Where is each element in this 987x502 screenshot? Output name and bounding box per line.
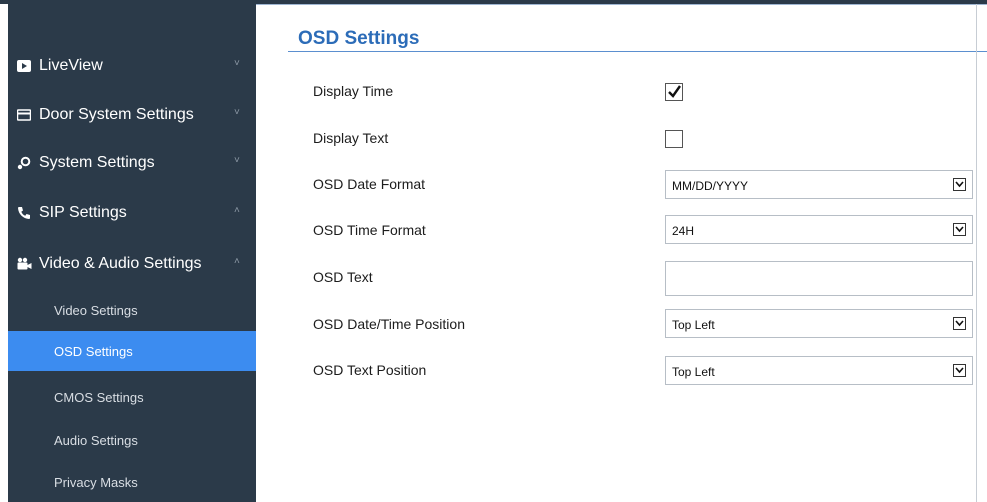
chevron-up-icon: ˄	[234, 205, 240, 216]
sidebar-item-label: System Settings	[39, 154, 155, 171]
sidebar: LiveView ˅ Door System Settings ˅ System…	[8, 4, 256, 502]
osd-datetime-position-select[interactable]: Top Left	[665, 309, 973, 338]
sidebar-subitem-audio-settings[interactable]: Audio Settings	[8, 420, 256, 460]
sidebar-item-sip-settings[interactable]: SIP Settings ˄	[8, 193, 256, 233]
chevron-down-icon: ˅	[234, 155, 240, 166]
sidebar-item-video-audio-settings[interactable]: Video & Audio Settings ˄	[8, 244, 256, 284]
select-value: Top Left	[672, 318, 715, 332]
osd-datetime-position-label: OSD Date/Time Position	[313, 316, 465, 332]
osd-time-format-label: OSD Time Format	[313, 222, 426, 238]
sidebar-subitem-label: Video Settings	[54, 303, 138, 318]
display-text-label: Display Text	[313, 130, 389, 146]
chevron-down-icon: ˅	[234, 58, 240, 69]
osd-date-format-select[interactable]: MM/DD/YYYY	[665, 170, 973, 199]
display-time-checkbox[interactable]	[665, 83, 683, 101]
osd-text-position-label: OSD Text Position	[313, 362, 427, 378]
phone-icon	[17, 206, 33, 222]
sidebar-subitem-privacy-masks[interactable]: Privacy Masks	[8, 462, 256, 502]
osd-time-format-select[interactable]: 24H	[665, 215, 973, 244]
sidebar-item-door-system-settings[interactable]: Door System Settings ˅	[8, 95, 256, 135]
sidebar-subitem-label: OSD Settings	[54, 344, 133, 359]
osd-text-input[interactable]	[665, 261, 973, 296]
sidebar-item-system-settings[interactable]: System Settings ˅	[8, 143, 256, 183]
chevron-down-icon	[953, 223, 966, 236]
card-icon	[16, 108, 33, 124]
select-value: 24H	[672, 224, 695, 238]
select-value: MM/DD/YYYY	[672, 179, 749, 193]
chevron-down-icon: ˅	[234, 107, 240, 118]
sidebar-item-liveview[interactable]: LiveView ˅	[8, 46, 256, 86]
chevron-up-icon: ˄	[234, 256, 240, 267]
sidebar-subitem-osd-settings[interactable]: OSD Settings	[8, 331, 256, 371]
osd-date-format-label: OSD Date Format	[313, 176, 426, 192]
osd-text-label: OSD Text	[313, 269, 373, 285]
camera-icon	[17, 257, 33, 273]
divider	[288, 51, 987, 52]
sidebar-subitem-label: Privacy Masks	[54, 475, 138, 490]
main-content: OSD Settings Display Time Display Text O…	[256, 4, 987, 502]
osd-text-position-select[interactable]: Top Left	[665, 356, 973, 385]
checkmark-icon	[668, 85, 681, 98]
sidebar-subitem-label: Audio Settings	[54, 433, 138, 448]
chevron-down-icon	[953, 317, 966, 330]
play-icon	[17, 59, 33, 75]
chevron-down-icon	[953, 178, 966, 191]
sidebar-item-label: Video & Audio Settings	[39, 255, 202, 272]
sidebar-subitem-cmos-settings[interactable]: CMOS Settings	[8, 377, 256, 417]
divider	[256, 4, 987, 5]
sidebar-subitem-video-settings[interactable]: Video Settings	[8, 290, 256, 330]
gears-icon	[17, 156, 33, 172]
sidebar-item-label: LiveView	[39, 57, 103, 74]
display-text-checkbox[interactable]	[665, 130, 683, 148]
sidebar-item-label: SIP Settings	[39, 204, 127, 221]
sidebar-item-label: Door System Settings	[39, 106, 194, 123]
chevron-down-icon	[953, 364, 966, 377]
divider	[976, 4, 977, 502]
display-time-label: Display Time	[313, 83, 394, 99]
page-title: OSD Settings	[298, 28, 420, 49]
sidebar-subitem-label: CMOS Settings	[54, 390, 144, 405]
select-value: Top Left	[672, 365, 715, 379]
